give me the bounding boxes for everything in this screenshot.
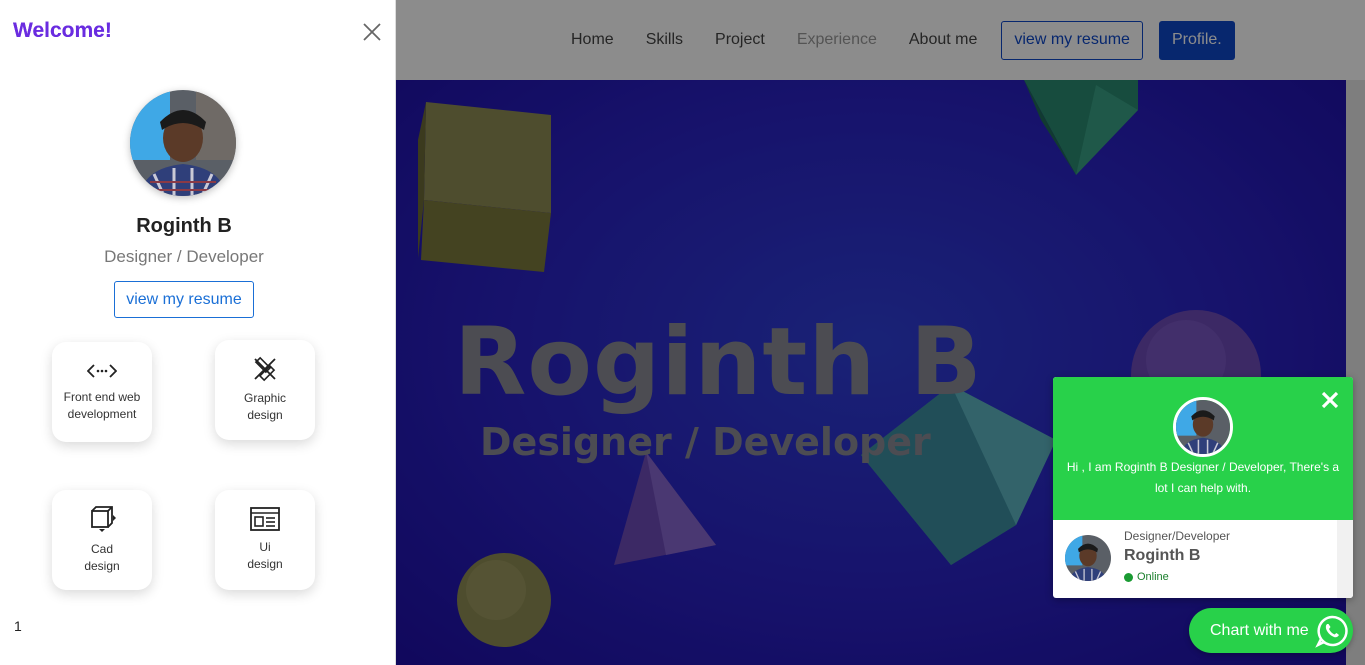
skill-label: Front end web development bbox=[64, 389, 141, 423]
skill-label-line: design bbox=[247, 557, 283, 571]
close-icon[interactable] bbox=[1319, 389, 1341, 411]
pen-tool-icon bbox=[254, 356, 276, 382]
offcanvas-title: Welcome! bbox=[13, 19, 112, 42]
chat-status-label: Online bbox=[1137, 571, 1169, 583]
chat-contact-avatar bbox=[1065, 535, 1111, 581]
skill-label-line: design bbox=[247, 408, 283, 422]
online-dot-icon bbox=[1124, 572, 1133, 582]
close-icon[interactable] bbox=[360, 20, 384, 44]
box-icon bbox=[91, 506, 116, 532]
skill-label-line: development bbox=[67, 407, 137, 421]
chat-widget: Hi , I am Roginth B Designer / Developer… bbox=[1053, 377, 1353, 598]
skill-label-line: Cad bbox=[90, 542, 113, 556]
whatsapp-icon bbox=[1315, 615, 1348, 648]
chat-header: Hi , I am Roginth B Designer / Developer… bbox=[1053, 377, 1353, 520]
chat-with-me-button[interactable]: Chart with me bbox=[1189, 608, 1353, 653]
skill-label: Graphic design bbox=[244, 390, 286, 424]
offcanvas-footer-text: 1 bbox=[14, 618, 22, 634]
avatar bbox=[130, 90, 236, 196]
profile-role: Designer / Developer bbox=[104, 247, 264, 266]
skill-card-graphic[interactable]: Graphic design bbox=[215, 340, 315, 440]
chat-message: Hi , I am Roginth B Designer / Developer… bbox=[1066, 460, 1340, 495]
skill-card-cad[interactable]: Cad design bbox=[52, 490, 152, 590]
chat-cta-label: Chart with me bbox=[1210, 621, 1309, 639]
skill-label-line: Graphic bbox=[243, 391, 287, 405]
skill-label-line: Ui bbox=[259, 540, 271, 554]
code-icon bbox=[87, 364, 117, 378]
skill-card-ui[interactable]: Ui design bbox=[215, 490, 315, 590]
chat-contact-role: Designer/Developer bbox=[1124, 529, 1231, 543]
skill-label: Cad design bbox=[84, 541, 119, 575]
skill-label: Ui design bbox=[247, 539, 282, 573]
skill-label-line: design bbox=[84, 559, 120, 573]
chat-contact-name: Roginth B bbox=[1124, 547, 1201, 564]
chat-contact[interactable]: Designer/Developer Roginth B Online bbox=[1053, 520, 1353, 598]
skill-label-line: Front end web bbox=[63, 390, 141, 404]
chat-avatar bbox=[1173, 397, 1233, 457]
layout-icon bbox=[250, 507, 280, 531]
view-resume-button[interactable]: view my resume bbox=[114, 281, 254, 318]
chat-status: Online bbox=[1124, 571, 1169, 583]
skill-card-frontend[interactable]: Front end web development bbox=[52, 342, 152, 442]
chat-scrollbar[interactable] bbox=[1337, 520, 1353, 598]
profile-name: Roginth B bbox=[136, 215, 232, 237]
offcanvas-panel: Welcome! Roginth B Designer / Developer … bbox=[0, 0, 396, 665]
